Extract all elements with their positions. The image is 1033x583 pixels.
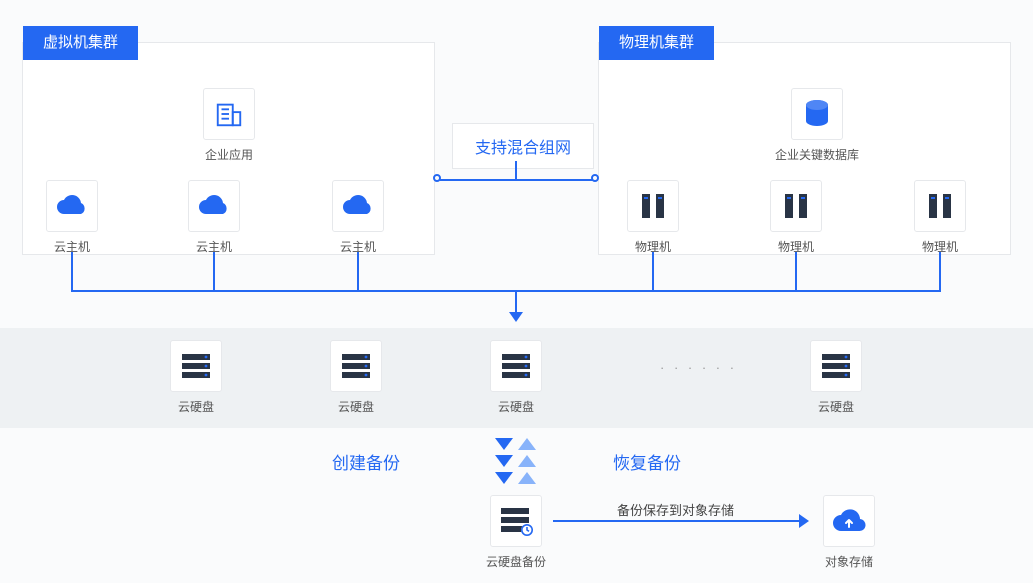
server-icon [914,180,966,232]
connector [515,161,517,179]
enterprise-db-label: 企业关键数据库 [762,146,872,163]
connector [553,520,801,522]
pm-host-node: 物理机 [764,180,828,255]
vm-host-node: 云主机 [40,180,104,255]
disk-icon [810,340,862,392]
connector [357,252,359,292]
enterprise-db-node: 企业关键数据库 [762,88,872,163]
connector [440,179,594,181]
cloud-icon [188,180,240,232]
pm-host-node: 物理机 [621,180,685,255]
pm-cluster-title: 物理机集群 [599,26,714,60]
vm-host-node: 云主机 [182,180,246,255]
triangle-up-icon [518,455,536,467]
object-storage-label: 对象存储 [812,553,886,570]
connector [213,252,215,292]
connector [795,252,797,292]
server-icon [770,180,822,232]
disk-backup-label: 云硬盘备份 [479,553,553,570]
cloud-disk-node: 云硬盘 [324,340,388,415]
connector [939,252,941,292]
connector [516,290,941,292]
triangle-down-icon [495,438,513,450]
enterprise-app-node: 企业应用 [189,88,269,163]
triangle-down-icon [495,472,513,484]
connector-endpoint-icon [591,174,599,182]
connector-endpoint-icon [433,174,441,182]
triangle-down-icon [495,455,513,467]
cloud-icon [46,180,98,232]
connector [71,290,516,292]
architecture-diagram: 虚拟机集群 企业应用 云主机 云主机 云主机 物理机集群 企业关键数据库 物理机… [0,0,1033,583]
vm-host-node: 云主机 [326,180,390,255]
disk-icon [330,340,382,392]
cloud-disk-node: 云硬盘 [164,340,228,415]
server-icon [627,180,679,232]
restore-backup-label: 恢复备份 [613,449,681,474]
enterprise-app-label: 企业应用 [189,146,269,163]
mixed-networking-label: 支持混合组网 [452,123,594,169]
cloud-disk-node: 云硬盘 [484,340,548,415]
vm-cluster-title: 虚拟机集群 [23,26,138,60]
cloud-disk-node: 云硬盘 [804,340,868,415]
disk-icon [490,340,542,392]
cloud-upload-icon [823,495,875,547]
disk-backup-node: 云硬盘备份 [479,495,553,570]
arrow-down-icon [509,312,523,322]
ellipsis: · · · · · · [660,360,737,375]
triangle-up-icon [518,438,536,450]
connector [652,252,654,292]
cloud-icon [332,180,384,232]
database-icon [791,88,843,140]
disk-backup-icon [490,495,542,547]
disk-icon [170,340,222,392]
triangle-up-icon [518,472,536,484]
object-storage-node: 对象存储 [812,495,886,570]
arrow-right-icon [799,514,809,528]
building-icon [203,88,255,140]
pm-host-node: 物理机 [908,180,972,255]
create-backup-label: 创建备份 [332,449,400,474]
save-to-object-label: 备份保存到对象存储 [617,500,734,519]
connector [71,252,73,292]
connector [515,290,517,314]
